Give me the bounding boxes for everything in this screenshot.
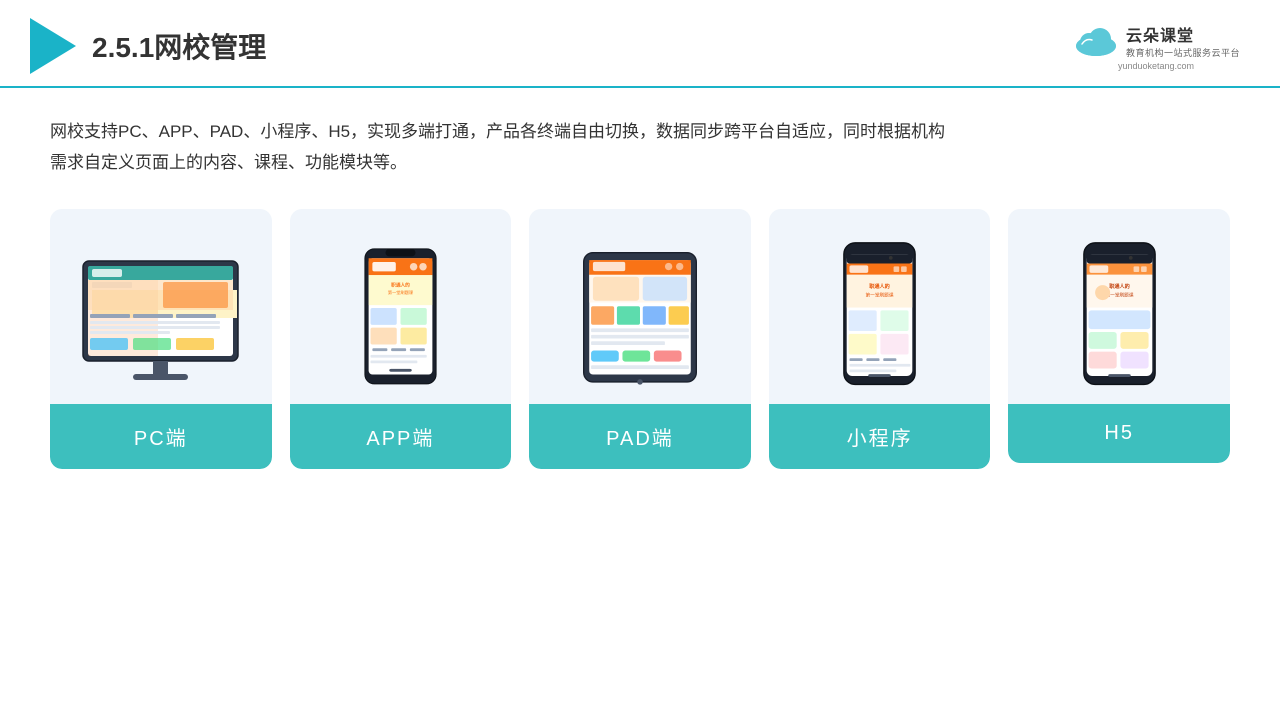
- svg-text:第一堂刷题课: 第一堂刷题课: [388, 289, 414, 296]
- header-left: 2.5.1网校管理: [30, 18, 266, 74]
- miniprogram-label: 小程序: [769, 404, 991, 469]
- pad-tablet-icon: [580, 249, 700, 386]
- brand-text: 云朵课堂 教育机构一站式服务云平台: [1126, 22, 1240, 59]
- brand-logo-area: 云朵课堂 教育机构一站式服务云平台 yunduoketang.com: [1072, 22, 1240, 71]
- h5-label: H5: [1008, 404, 1230, 463]
- page-title: 2.5.1网校管理: [92, 26, 266, 66]
- description-text: 网校支持PC、APP、PAD、小程序、H5，实现多端打通，产品各终端自由切换，数…: [50, 116, 1230, 179]
- h5-card: 职通人的 第一堂刷题课 H5: [1008, 209, 1230, 463]
- main-content: 网校支持PC、APP、PAD、小程序、H5，实现多端打通，产品各终端自由切换，数…: [0, 88, 1280, 489]
- app-card: 职通人的 第一堂刷题课 APP端: [290, 209, 512, 469]
- pad-card: PAD端: [529, 209, 751, 469]
- pc-monitor-icon: [78, 256, 243, 386]
- app-image-area: 职通人的 第一堂刷题课: [290, 209, 512, 404]
- logo-triangle-icon: [30, 18, 76, 74]
- app-phone-icon: 职通人的 第一堂刷题课: [363, 247, 438, 386]
- svg-text:职通人的: 职通人的: [391, 282, 410, 289]
- h5-image-area: 职通人的 第一堂刷题课: [1008, 209, 1230, 404]
- miniprogram-card: 职通人的 第一堂刷题课 小程序: [769, 209, 991, 469]
- brand-logo: 云朵课堂 教育机构一站式服务云平台: [1072, 22, 1240, 59]
- pc-label: PC端: [50, 404, 272, 469]
- miniprogram-phone-icon: 职通人的 第一堂刷题课: [842, 241, 917, 386]
- app-label: APP端: [290, 404, 512, 469]
- pc-image-area: [50, 209, 272, 404]
- brand-tagline: 教育机构一站式服务云平台: [1126, 46, 1240, 59]
- miniprogram-image-area: 职通人的 第一堂刷题课: [769, 209, 991, 404]
- pad-label: PAD端: [529, 404, 751, 469]
- svg-text:第一堂刷题课: 第一堂刷题课: [866, 291, 894, 298]
- header: 2.5.1网校管理 云朵课堂 教育机构一站式服务云平台 yunduoketang…: [0, 0, 1280, 88]
- brand-url: yunduoketang.com: [1118, 61, 1194, 71]
- h5-phone-icon: 职通人的 第一堂刷题课: [1082, 241, 1157, 386]
- brand-name: 云朵课堂: [1126, 22, 1240, 46]
- device-cards-row: PC端 职通人的: [50, 209, 1230, 469]
- cloud-icon: [1072, 22, 1120, 58]
- pc-card: PC端: [50, 209, 272, 469]
- svg-text:职通人的: 职通人的: [869, 281, 890, 289]
- pad-image-area: [529, 209, 751, 404]
- svg-text:职通人的: 职通人的: [1109, 281, 1130, 289]
